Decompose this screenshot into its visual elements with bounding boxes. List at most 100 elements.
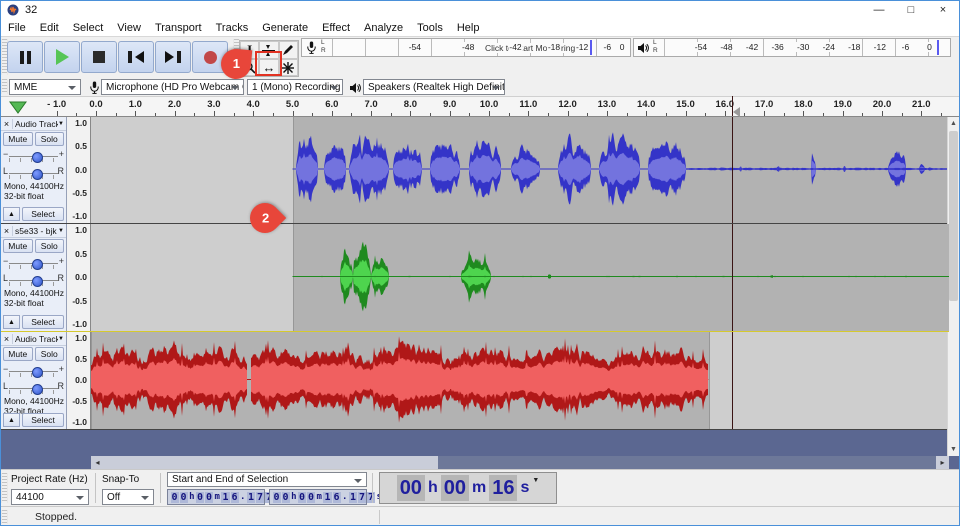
solo-button[interactable]: Solo <box>35 132 65 146</box>
scrollbar-thumb[interactable] <box>104 456 438 469</box>
playback-meter[interactable]: LR -54-48-42-36-30-24-18-12-60 <box>633 38 951 57</box>
scroll-down-arrow[interactable]: ▼ <box>948 443 959 456</box>
monitor-text[interactable]: Click to Start Monitoring <box>483 43 577 53</box>
skip-to-start-button[interactable] <box>118 41 154 73</box>
scrollbar-thumb[interactable] <box>949 131 958 301</box>
selection-mode-select[interactable]: Start and End of Selection <box>167 472 367 487</box>
toolbar-grip[interactable] <box>1 473 8 503</box>
time-digit-group[interactable]: 00 <box>441 475 469 501</box>
slider-thumb[interactable] <box>32 384 43 395</box>
track-name[interactable]: Audio Track <box>13 334 58 344</box>
snap-to-select[interactable]: Off <box>102 489 154 505</box>
close-track-button[interactable]: × <box>1 334 13 344</box>
waveform-canvas[interactable] <box>91 224 949 331</box>
playback-device-select[interactable]: Speakers (Realtek High Definiti <box>363 79 505 95</box>
slider-thumb[interactable] <box>32 169 43 180</box>
scrollbar-groove[interactable] <box>438 456 936 469</box>
menu-tracks[interactable]: Tracks <box>209 19 256 36</box>
selection-start-field[interactable]: 00h00m16.177s▼ <box>167 489 265 505</box>
close-track-button[interactable]: × <box>1 119 13 129</box>
timeline-ruler[interactable]: - 1.00.01.02.03.04.05.06.07.08.09.010.01… <box>1 97 959 117</box>
time-digit[interactable]: 0 <box>273 492 281 503</box>
slider-thumb[interactable] <box>32 152 43 163</box>
time-unit[interactable]: h <box>189 492 194 502</box>
solo-button[interactable]: Solo <box>35 239 65 253</box>
mute-button[interactable]: Mute <box>3 347 33 361</box>
collapse-track-button[interactable]: ▲ <box>3 207 20 221</box>
time-digit[interactable]: 0 <box>282 492 290 503</box>
menu-file[interactable]: File <box>1 19 33 36</box>
project-rate-select[interactable]: 44100 <box>11 489 89 505</box>
time-unit[interactable]: m <box>215 492 220 502</box>
time-digit[interactable]: 6 <box>333 492 341 503</box>
pan-slider[interactable]: LR <box>9 273 58 288</box>
time-digit[interactable]: 1 <box>221 492 229 503</box>
menu-effect[interactable]: Effect <box>315 19 357 36</box>
scroll-right-arrow[interactable]: ▸ <box>936 456 949 469</box>
time-digit[interactable]: 0 <box>171 492 179 503</box>
selection-end-field[interactable]: 00h00m16.177s▼ <box>269 489 367 505</box>
time-digit[interactable]: 0 <box>307 492 315 503</box>
track-1[interactable]: ×Audio Track▼MuteSolo−+LRMono, 44100Hz32… <box>1 117 949 224</box>
slider-thumb[interactable] <box>32 259 43 270</box>
mute-button[interactable]: Mute <box>3 132 33 146</box>
collapse-track-button[interactable]: ▲ <box>3 315 20 329</box>
time-digit[interactable]: 1 <box>349 492 357 503</box>
audio-host-select[interactable]: MME <box>9 79 81 95</box>
time-unit[interactable]: . <box>342 492 347 502</box>
time-digit-group[interactable]: 00 <box>397 475 425 501</box>
time-digit[interactable]: 1 <box>247 492 255 503</box>
scroll-up-arrow[interactable]: ▲ <box>948 117 959 130</box>
menu-select[interactable]: Select <box>66 19 111 36</box>
time-digit[interactable]: 7 <box>256 492 264 503</box>
time-digit[interactable]: 0 <box>298 492 306 503</box>
waveform-canvas[interactable] <box>91 332 949 429</box>
maximize-button[interactable]: □ <box>895 1 927 19</box>
collapse-track-button[interactable]: ▲ <box>3 413 20 427</box>
track-3[interactable]: ×Audio Track▼MuteSolo−+LRMono, 44100Hz32… <box>1 332 949 430</box>
select-track-button[interactable]: Select <box>22 315 64 329</box>
time-unit[interactable]: m <box>317 492 322 502</box>
recording-device-select[interactable]: Microphone (HD Pro Webcam C920) <box>101 79 244 95</box>
pan-slider[interactable]: LR <box>9 166 58 181</box>
menu-transport[interactable]: Transport <box>148 19 209 36</box>
audio-position-display[interactable]: 00h00m16s▼ <box>379 472 557 504</box>
time-digit[interactable]: 0 <box>205 492 213 503</box>
menu-generate[interactable]: Generate <box>255 19 315 36</box>
track-2[interactable]: ×s5e33 - bjk▼MuteSolo−+LRMono, 44100Hz32… <box>1 224 949 332</box>
track-name[interactable]: Audio Track <box>13 119 58 129</box>
solo-button[interactable]: Solo <box>35 347 65 361</box>
menu-view[interactable]: View <box>110 19 148 36</box>
time-unit[interactable]: . <box>240 492 245 502</box>
time-digit[interactable]: 7 <box>358 492 366 503</box>
gain-slider[interactable]: −+ <box>9 364 58 379</box>
menu-help[interactable]: Help <box>450 19 487 36</box>
menu-tools[interactable]: Tools <box>410 19 450 36</box>
horizontal-scrollbar[interactable]: ◂ ▸ <box>1 456 959 469</box>
close-button[interactable]: × <box>927 1 959 19</box>
chevron-down-icon[interactable]: ▼ <box>532 477 539 484</box>
gain-slider[interactable]: −+ <box>9 256 58 271</box>
time-digit[interactable]: 1 <box>323 492 331 503</box>
time-unit[interactable]: h <box>291 492 296 502</box>
stop-button[interactable] <box>81 41 117 73</box>
select-track-button[interactable]: Select <box>22 207 64 221</box>
mute-button[interactable]: Mute <box>3 239 33 253</box>
play-button[interactable] <box>44 41 80 73</box>
toolbar-grip[interactable] <box>1 79 8 94</box>
time-digit[interactable]: 0 <box>196 492 204 503</box>
skip-to-end-button[interactable] <box>155 41 191 73</box>
waveform-canvas[interactable] <box>91 117 949 223</box>
close-track-button[interactable]: × <box>1 226 13 236</box>
menu-edit[interactable]: Edit <box>33 19 66 36</box>
toolbar-grip[interactable] <box>1 510 8 524</box>
recording-channels-select[interactable]: 1 (Mono) Recording Chann <box>247 79 343 95</box>
pan-slider[interactable]: LR <box>9 381 58 396</box>
scroll-left-arrow[interactable]: ◂ <box>91 456 104 469</box>
title-bar[interactable]: 32 — □ × <box>1 1 959 19</box>
time-digit[interactable]: 0 <box>180 492 188 503</box>
time-digit[interactable]: 6 <box>231 492 239 503</box>
minimize-button[interactable]: — <box>863 1 895 19</box>
track-name[interactable]: s5e33 - bjk <box>13 226 58 236</box>
slider-thumb[interactable] <box>32 367 43 378</box>
